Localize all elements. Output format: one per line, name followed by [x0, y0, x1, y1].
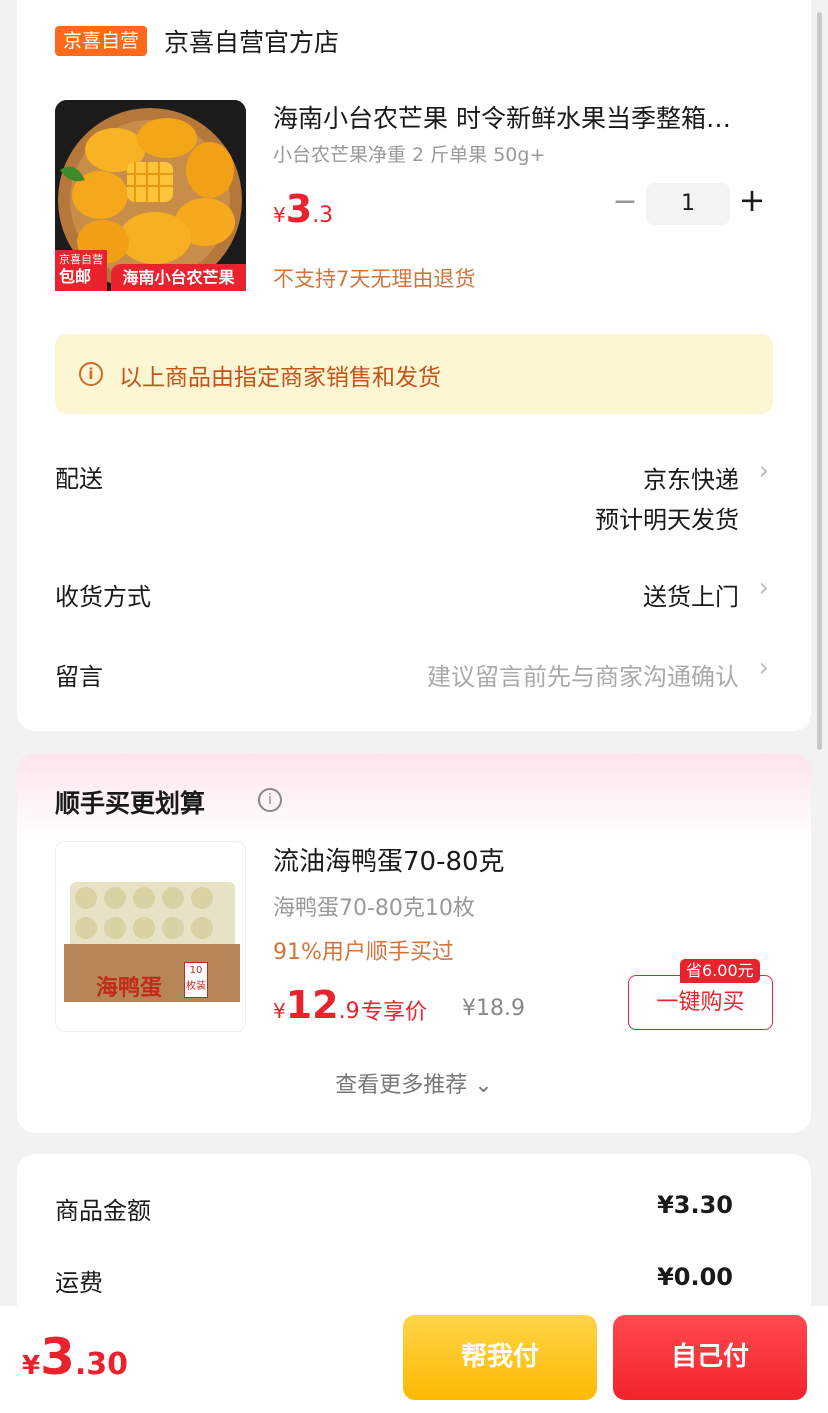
freight-value: ¥0.00 [657, 1263, 733, 1291]
delivery-chevron-icon[interactable]: › [759, 456, 769, 486]
store-badge: 京喜自营 [55, 26, 148, 56]
recommend-title: 顺手买更划算 [55, 789, 206, 818]
see-more-button[interactable]: 查看更多推荐 ⌄ [17, 1067, 811, 1099]
freight-label: 运费 [55, 1269, 103, 1297]
recommend-item-spec: 海鸭蛋70-80克10枚 [273, 896, 475, 921]
delivery-label: 配送 [55, 465, 103, 493]
image-banner: 海南小台农芒果 [111, 264, 246, 291]
savings-badge: 省6.00元 [680, 959, 760, 983]
image-count: 10 枚装 [184, 962, 208, 998]
scrollbar[interactable] [817, 12, 822, 750]
order-item-card: 京喜自营 京喜自营官方店 京喜自营 包邮 海南小台农芒果 海南小台农芒果 时令新… [17, 0, 811, 731]
product-price: ¥3.3 [273, 187, 334, 231]
info-icon[interactable]: i [258, 788, 282, 812]
seller-notice: i 以上商品由指定商家销售和发货 [55, 334, 773, 414]
exclusive-price-label: 专享价 [361, 1000, 428, 1025]
checkout-bar: ¥3.30 帮我付 自己付 [0, 1306, 828, 1413]
message-label: 留言 [55, 663, 103, 691]
quantity-input[interactable]: 1 [646, 183, 730, 225]
goods-amount-value: ¥3.30 [657, 1191, 733, 1219]
no-return-notice: 不支持7天无理由退货 [273, 267, 476, 291]
total-price: ¥3.30 [22, 1328, 129, 1386]
product-spec: 小台农芒果净重 2 斤单果 50g+ [273, 144, 546, 166]
message-input[interactable]: 建议留言前先与商家沟通确认 [427, 657, 739, 692]
delivery-value[interactable]: 京东快递 [643, 460, 739, 495]
method-value[interactable]: 送货上门 [643, 577, 739, 612]
quantity-increase-button[interactable]: + [737, 181, 767, 219]
method-label: 收货方式 [55, 583, 151, 611]
delivery-sub: 预计明天发货 [595, 506, 739, 534]
original-price: ¥18.9 [462, 996, 525, 1021]
image-brand: 海鸭蛋 [96, 976, 163, 1001]
product-title[interactable]: 海南小台农芒果 时令新鲜水果当季整箱… [273, 99, 773, 135]
recommend-price: ¥12.9 [273, 983, 360, 1027]
method-chevron-icon[interactable]: › [759, 573, 769, 603]
info-icon: i [79, 362, 103, 386]
one-click-buy-button[interactable]: 一键购买 [628, 975, 773, 1030]
recommend-item-stat: 91%用户顺手买过 [273, 940, 454, 965]
recommend-image[interactable]: 海鸭蛋 10 枚装 [55, 841, 246, 1032]
free-shipping-tag: 京喜自营 包邮 [55, 250, 107, 291]
quantity-decrease-button[interactable]: − [610, 184, 640, 219]
help-pay-button[interactable]: 帮我付 [403, 1315, 597, 1400]
self-pay-button[interactable]: 自己付 [613, 1315, 807, 1400]
recommend-item-title[interactable]: 流油海鸭蛋70-80克 [273, 841, 505, 878]
chevron-down-icon: ⌄ [474, 1073, 493, 1098]
goods-amount-label: 商品金额 [55, 1197, 151, 1225]
recommend-card: 顺手买更划算 i 海鸭蛋 10 枚装 流油海鸭蛋70-80克 海鸭蛋70-80克1… [17, 753, 811, 1133]
store-name[interactable]: 京喜自营官方店 [164, 23, 339, 59]
egg-box-illustration [56, 842, 245, 1031]
notice-text: 以上商品由指定商家销售和发货 [119, 365, 441, 391]
message-chevron-icon[interactable]: › [759, 653, 769, 683]
